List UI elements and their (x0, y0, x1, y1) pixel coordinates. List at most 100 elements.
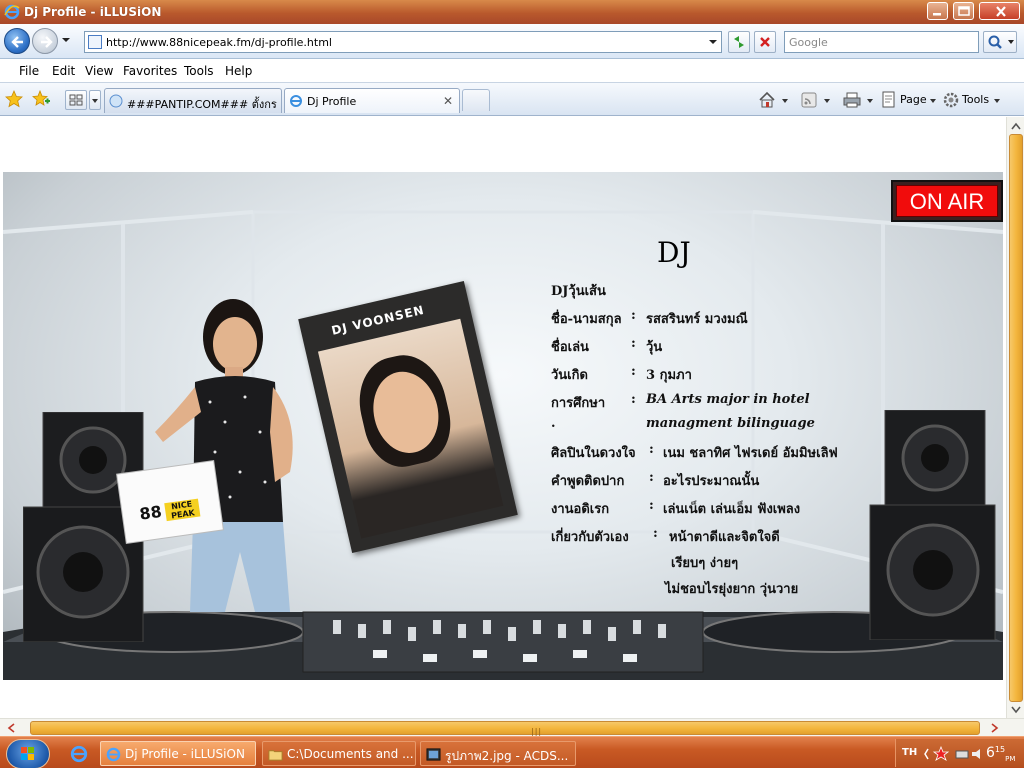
scroll-grip-icon: ||| (531, 727, 543, 736)
on-air-label: ON AIR (896, 185, 998, 217)
tools-menu-label: Tools (962, 93, 990, 106)
scroll-left-icon[interactable] (4, 721, 18, 735)
scroll-right-icon[interactable] (988, 721, 1002, 735)
dj-portrait-photo (317, 318, 504, 539)
profile-row-hobby: งานอดิเรก : เล่นเน็ต เล่นเอ็ม ฟังเพลง (551, 498, 801, 517)
task-label: Dj Profile - iLLUSiON (125, 747, 245, 761)
logo-text: NICE PEAK (164, 498, 201, 522)
new-tab-button[interactable] (462, 89, 490, 111)
task-dj-profile[interactable]: Dj Profile - iLLUSiON (100, 741, 256, 766)
on-air-sign: ON AIR (891, 180, 1003, 222)
refresh-icon (734, 36, 744, 48)
maximize-button[interactable] (953, 2, 974, 20)
window-title: Dj Profile - iLLUSiON (24, 5, 162, 19)
search-button[interactable] (983, 31, 1017, 53)
profile-row-favorite-artist: ศิลปินในดวงใจ : เนม ชลาทิศ ไฟรเดย์ อัมมิ… (551, 442, 838, 461)
page-icon (88, 35, 102, 49)
gear-icon (943, 92, 959, 108)
page-menu-label: Page (900, 93, 927, 106)
feeds-button[interactable] (799, 90, 835, 110)
menu-bar: File Edit View Favorites Tools Help (0, 59, 1024, 83)
folder-icon (268, 750, 283, 761)
scroll-down-icon[interactable] (1009, 703, 1023, 717)
arrow-left-icon (11, 36, 23, 48)
task-documents-folder[interactable]: C:\Documents and ... (262, 741, 416, 766)
close-icon (996, 6, 1006, 17)
add-favorite-icon[interactable] (31, 89, 51, 109)
chevron-down-icon (824, 99, 830, 103)
horizontal-scroll-thumb[interactable]: ||| (30, 721, 980, 736)
logo-number: 88 (138, 501, 163, 524)
quick-tabs-icon (69, 94, 83, 106)
window-title-bar[interactable]: Dj Profile - iLLUSiON (0, 0, 1024, 24)
printer-icon (843, 92, 861, 108)
print-button[interactable] (842, 90, 878, 110)
address-dropdown-icon[interactable] (709, 40, 717, 44)
address-box[interactable] (84, 31, 722, 53)
search-input[interactable] (789, 35, 974, 50)
menu-file[interactable]: File (19, 64, 39, 78)
menu-help[interactable]: Help (225, 64, 252, 78)
home-button[interactable] (757, 90, 793, 110)
tab-pantip[interactable]: ###PANTIP.COM### ตั้งกร... (104, 88, 282, 113)
address-toolbar (0, 24, 1024, 59)
tab-dj-profile[interactable]: Dj Profile ✕ (284, 88, 460, 113)
stop-icon (760, 37, 770, 47)
profile-row-about: เกี่ยวกับตัวเอง : หน้าตาดีและจิตใจดี (551, 526, 780, 545)
speaker-right (869, 410, 996, 640)
tab-label: ###PANTIP.COM### ตั้งกร... (127, 98, 277, 111)
profile-row-birthday: วันเกิด : 3 กุมภา (551, 364, 692, 383)
menu-view[interactable]: View (85, 64, 113, 78)
rss-feed-icon (801, 92, 817, 108)
maximize-icon (958, 6, 970, 16)
menu-favorites[interactable]: Favorites (123, 64, 177, 78)
favorites-star-icon[interactable] (4, 89, 24, 109)
chevron-down-icon (92, 99, 98, 103)
start-button[interactable] (6, 739, 50, 768)
tab-bar: ###PANTIP.COM### ตั้งกร... Dj Profile ✕ … (0, 83, 1024, 116)
forward-button[interactable] (32, 28, 58, 54)
tools-menu-button[interactable]: Tools (942, 90, 1004, 110)
chevron-down-icon (930, 99, 936, 103)
vertical-scrollbar[interactable] (1006, 117, 1024, 718)
system-clock[interactable]: 615PM (986, 745, 1015, 763)
ie-quicklaunch-icon[interactable] (70, 745, 88, 763)
menu-tools[interactable]: Tools (184, 64, 214, 78)
minimize-button[interactable] (927, 2, 948, 20)
profile-dj-name: DJวุ้นเส้น (551, 284, 606, 299)
minimize-icon (933, 13, 941, 16)
language-indicator[interactable]: TH (902, 747, 917, 758)
chevron-down-icon (782, 99, 788, 103)
horizontal-scrollbar[interactable]: ||| (0, 718, 1024, 736)
quick-tabs-button[interactable] (65, 90, 87, 110)
loading-globe-icon (109, 94, 123, 108)
task-label: C:\Documents and ... (287, 747, 414, 761)
tray-icons[interactable] (924, 746, 982, 762)
close-tab-icon[interactable]: ✕ (443, 94, 453, 108)
ie-logo-icon (4, 4, 20, 20)
dj-profile-banner: 88 NICE PEAK DJ VOONSEN ON AIR DJ DJวุ้น… (3, 172, 1003, 680)
refresh-button[interactable] (728, 31, 750, 53)
recent-pages-dropdown[interactable] (62, 38, 70, 42)
chevron-down-icon (867, 99, 873, 103)
search-box[interactable] (784, 31, 979, 53)
address-input[interactable] (106, 34, 701, 50)
tab-list-dropdown[interactable] (89, 90, 101, 110)
ie-page-icon (290, 95, 302, 107)
page-menu-button[interactable]: Page (880, 90, 938, 110)
windows-taskbar: Dj Profile - iLLUSiON C:\Documents and .… (0, 736, 1024, 768)
task-acdsee[interactable]: รูปภาพ2.jpg - ACDS... (420, 741, 576, 766)
close-button[interactable] (979, 2, 1020, 20)
vertical-scroll-thumb[interactable] (1009, 134, 1023, 702)
task-label: รูปภาพ2.jpg - ACDS... (445, 749, 569, 763)
page-content: 88 NICE PEAK DJ VOONSEN ON AIR DJ DJวุ้น… (0, 117, 1007, 718)
profile-row-fullname: ชื่อ-นามสกุล : รสสรินทร์ มวงมณี (551, 308, 748, 327)
stop-button[interactable] (754, 31, 776, 53)
home-icon (759, 91, 775, 108)
back-button[interactable] (4, 28, 30, 54)
scroll-up-icon[interactable] (1009, 119, 1023, 133)
profile-title: DJ (657, 236, 691, 269)
profile-row-education-2: . managment bilinguage (551, 416, 815, 431)
tab-label: Dj Profile (307, 95, 357, 108)
menu-edit[interactable]: Edit (52, 64, 75, 78)
